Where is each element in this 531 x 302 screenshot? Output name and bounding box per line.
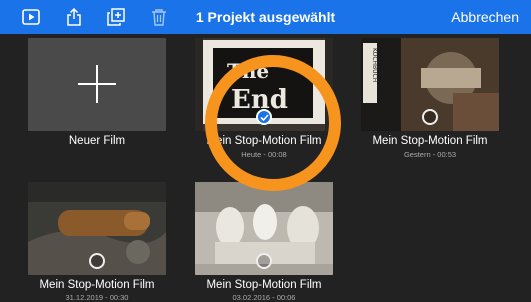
project-date: Gestern - 00:53: [403, 150, 457, 159]
cancel-button[interactable]: Abbrechen: [451, 9, 519, 25]
project-date: 03.02.2016 - 00:06: [232, 293, 296, 302]
project-title: Mein Stop-Motion Film: [206, 135, 322, 147]
select-circle-icon[interactable]: [89, 253, 105, 269]
svg-text:KOCHBUCH: KOCHBUCH: [371, 48, 378, 82]
project-tile[interactable]: [195, 182, 333, 275]
duplicate-icon[interactable]: [107, 8, 125, 26]
project-tile[interactable]: The End: [195, 38, 333, 131]
new-film-tile[interactable]: [28, 38, 166, 131]
trash-icon[interactable]: [150, 8, 168, 26]
select-circle-icon[interactable]: [422, 109, 438, 125]
new-film-label: Neuer Film: [68, 135, 126, 147]
project-tile[interactable]: [28, 182, 166, 275]
share-icon[interactable]: [65, 8, 83, 26]
select-circle-icon[interactable]: [256, 253, 272, 269]
project-date: Heute - 00:08: [241, 150, 287, 159]
project-tile[interactable]: KOCHBUCH: [361, 38, 499, 131]
selected-check-icon: [256, 109, 272, 125]
project-title: Mein Stop-Motion Film: [39, 279, 155, 291]
project-title: Mein Stop-Motion Film: [372, 135, 488, 147]
project-date: 31.12.2019 - 00:30: [65, 293, 129, 302]
svg-text:The: The: [227, 59, 269, 83]
project-title: Mein Stop-Motion Film: [206, 279, 322, 291]
top-bar: 1 Projekt ausgewählt Abbrechen: [0, 0, 531, 34]
play-icon[interactable]: [22, 8, 40, 26]
